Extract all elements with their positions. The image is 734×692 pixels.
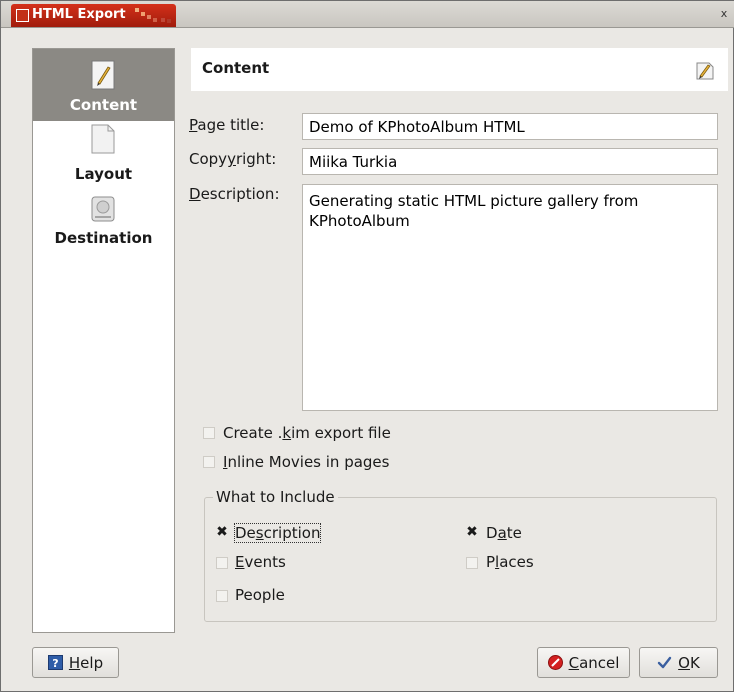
page-sidebar: Content Layout Destination	[32, 48, 175, 633]
title-bar[interactable]: HTML Export x	[1, 1, 734, 28]
date-checkbox[interactable]: ✖	[466, 525, 478, 539]
help-icon: ?	[47, 655, 63, 670]
inline-movies-checkbox[interactable]	[203, 456, 215, 468]
include-events-label[interactable]: Events	[235, 553, 286, 571]
sidebar-item-layout[interactable]: Layout	[33, 123, 174, 189]
places-checkbox[interactable]	[466, 557, 478, 569]
cancel-button[interactable]: Cancel	[537, 647, 630, 678]
cancel-button-label: Cancel	[568, 653, 620, 672]
help-button-label: Help	[68, 653, 104, 672]
svg-text:?: ?	[52, 657, 58, 670]
page-title: Content	[202, 59, 270, 77]
description-label: Description:	[189, 185, 280, 203]
include-people-label[interactable]: People	[235, 586, 285, 604]
create-kim-checkbox[interactable]	[203, 427, 215, 439]
title-tab: HTML Export	[11, 4, 176, 27]
page-title-input[interactable]	[302, 113, 718, 140]
people-checkbox[interactable]	[216, 590, 228, 602]
pencil-page-icon	[91, 60, 115, 90]
help-button[interactable]: ? Help	[32, 647, 119, 678]
include-date-label[interactable]: Date	[486, 524, 522, 542]
group-title: What to Include	[213, 488, 338, 506]
window-title: HTML Export	[32, 7, 126, 22]
include-places-label[interactable]: Places	[486, 553, 534, 571]
page-title-label: Page title:	[189, 116, 265, 134]
sidebar-item-destination[interactable]: Destination	[33, 189, 174, 259]
ok-button-label: OK	[678, 653, 700, 672]
ok-button[interactable]: OK	[639, 647, 718, 678]
hard-drive-icon	[91, 196, 115, 222]
sidebar-item-label: Destination	[54, 229, 153, 247]
include-description-label[interactable]: Description	[233, 523, 322, 543]
description-textarea[interactable]: Generating static HTML picture gallery f…	[302, 184, 718, 411]
create-kim-label[interactable]: Create .kim export file	[223, 424, 391, 442]
window-menu-icon[interactable]	[16, 9, 29, 22]
inline-movies-label[interactable]: Inline Movies in pages	[223, 453, 389, 471]
blank-page-icon	[91, 124, 115, 154]
edit-icon	[696, 62, 714, 80]
checkmark-icon	[657, 656, 672, 669]
events-checkbox[interactable]	[216, 557, 228, 569]
copyright-input[interactable]	[302, 148, 718, 175]
description-checkbox[interactable]: ✖	[216, 525, 228, 539]
sidebar-item-label: Layout	[74, 165, 133, 183]
sidebar-item-content[interactable]: Content	[33, 49, 174, 121]
page-header: Content	[191, 48, 728, 91]
close-icon[interactable]: x	[718, 8, 730, 20]
sidebar-item-label: Content	[69, 96, 138, 114]
title-decoration-icon	[135, 8, 171, 23]
copyright-label: Copyyright:	[189, 150, 277, 168]
cancel-icon	[547, 655, 563, 670]
html-export-dialog: HTML Export x Content Layout Destination…	[0, 0, 734, 692]
